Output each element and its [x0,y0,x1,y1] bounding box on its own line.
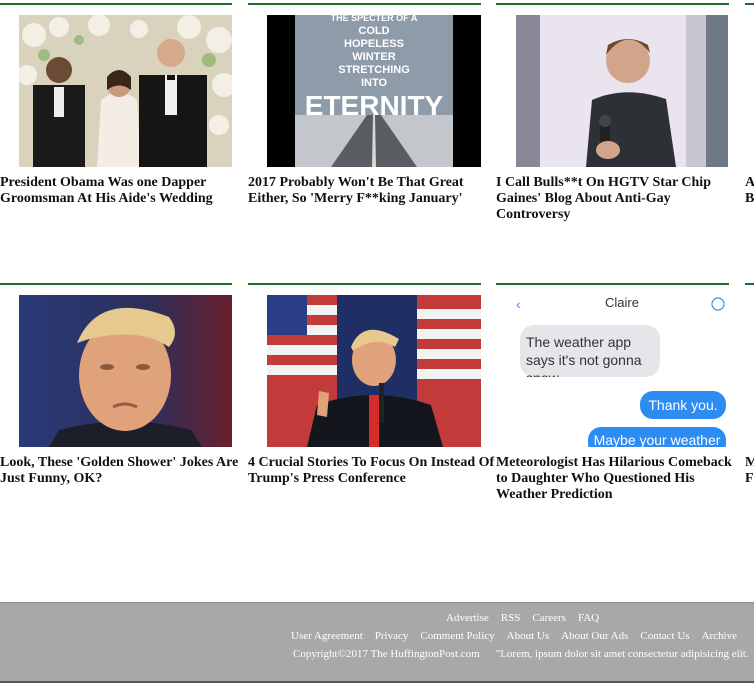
poster-line: STRETCHING [338,64,410,76]
card-divider [248,283,481,285]
site-footer: Advertise RSS Careers FAQ User Agreement Pri… [0,602,754,683]
poster-line: COLD [358,25,389,37]
footer-links-row-2: User Agreement Privacy Comment Policy About… [285,626,743,644]
card-divider [496,283,729,285]
footer-tagline: "Lorem, ipsum dolor sit amet consectetur… [495,648,749,660]
footer-link-b-5[interactable]: Contact Us [640,630,689,642]
title-fragment: M [745,455,754,470]
poster-line: WINTER [352,51,395,63]
footer-link-a-3[interactable]: FAQ [578,612,599,624]
article-title[interactable]: President Obama Was one Dapper Groomsman… [0,175,250,207]
footer-link-a-2[interactable]: Careers [532,612,566,624]
received-message: The weather app says it's not gonna snow [526,334,642,377]
article-title[interactable]: 2017 Probably Won't Be That Great Either… [248,175,498,207]
title-fragment: F [745,471,754,486]
copyright-text: Copyright©2017 The HuffingtonPost.com [293,648,480,660]
trump-portrait[interactable] [19,295,232,447]
footer-copyright-row: Copyright©2017 The HuffingtonPost.com "L… [293,644,749,662]
article-title[interactable]: 4 Crucial Stories To Focus On Instead Of… [248,455,498,487]
chat-contact: Claire [605,295,639,310]
article-title[interactable]: M F [745,455,754,487]
card-divider [745,283,754,285]
footer-links-row-1: Advertise RSS Careers FAQ [440,608,605,626]
card-divider [745,3,754,5]
title-fragment: B [745,191,754,206]
article-grid: President Obama Was one Dapper Groomsman… [0,0,754,600]
man-with-microphone[interactable] [516,15,728,167]
article-title[interactable]: Look, These 'Golden Shower' Jokes Are Ju… [0,455,250,487]
poster-line: THE SPECTER OF A [331,15,418,23]
footer-link-a-1[interactable]: RSS [501,612,521,624]
poster-line: ETERNITY [305,90,444,121]
footer-link-b-2[interactable]: Comment Policy [420,630,494,642]
card-divider [0,3,232,5]
footer-link-b-4[interactable]: About Our Ads [561,630,628,642]
text-message-screenshot[interactable]: Claire ‹ The weather app says it's not g… [516,295,728,447]
footer-link-b-1[interactable]: Privacy [375,630,409,642]
wedding-photo[interactable] [19,15,232,167]
card-divider [496,3,729,5]
article-title[interactable]: Meteorologist Has Hilarious Comeback to … [496,455,746,503]
poster-line: INTO [361,77,388,89]
trump-thumbs-up[interactable] [267,295,481,447]
footer-link-b-3[interactable]: About Us [507,630,549,642]
footer-link-b-6[interactable]: Archive [702,630,737,642]
sent-message: Thank you. [648,397,717,413]
back-icon: ‹ [516,296,521,312]
poster-line: HOPELESS [344,38,404,50]
footer-link-a-0[interactable]: Advertise [446,612,489,624]
winter-road-poster[interactable]: THE SPECTER OF A COLD HOPELESS WINTER ST… [267,15,481,167]
card-divider [0,283,232,285]
article-title[interactable]: A B [745,175,754,207]
article-title[interactable]: I Call Bulls**t On HGTV Star Chip Gaines… [496,175,746,223]
card-divider [248,3,481,5]
sent-message: Maybe your weather [594,432,721,447]
title-fragment: A [745,175,754,190]
footer-link-b-0[interactable]: User Agreement [291,630,363,642]
